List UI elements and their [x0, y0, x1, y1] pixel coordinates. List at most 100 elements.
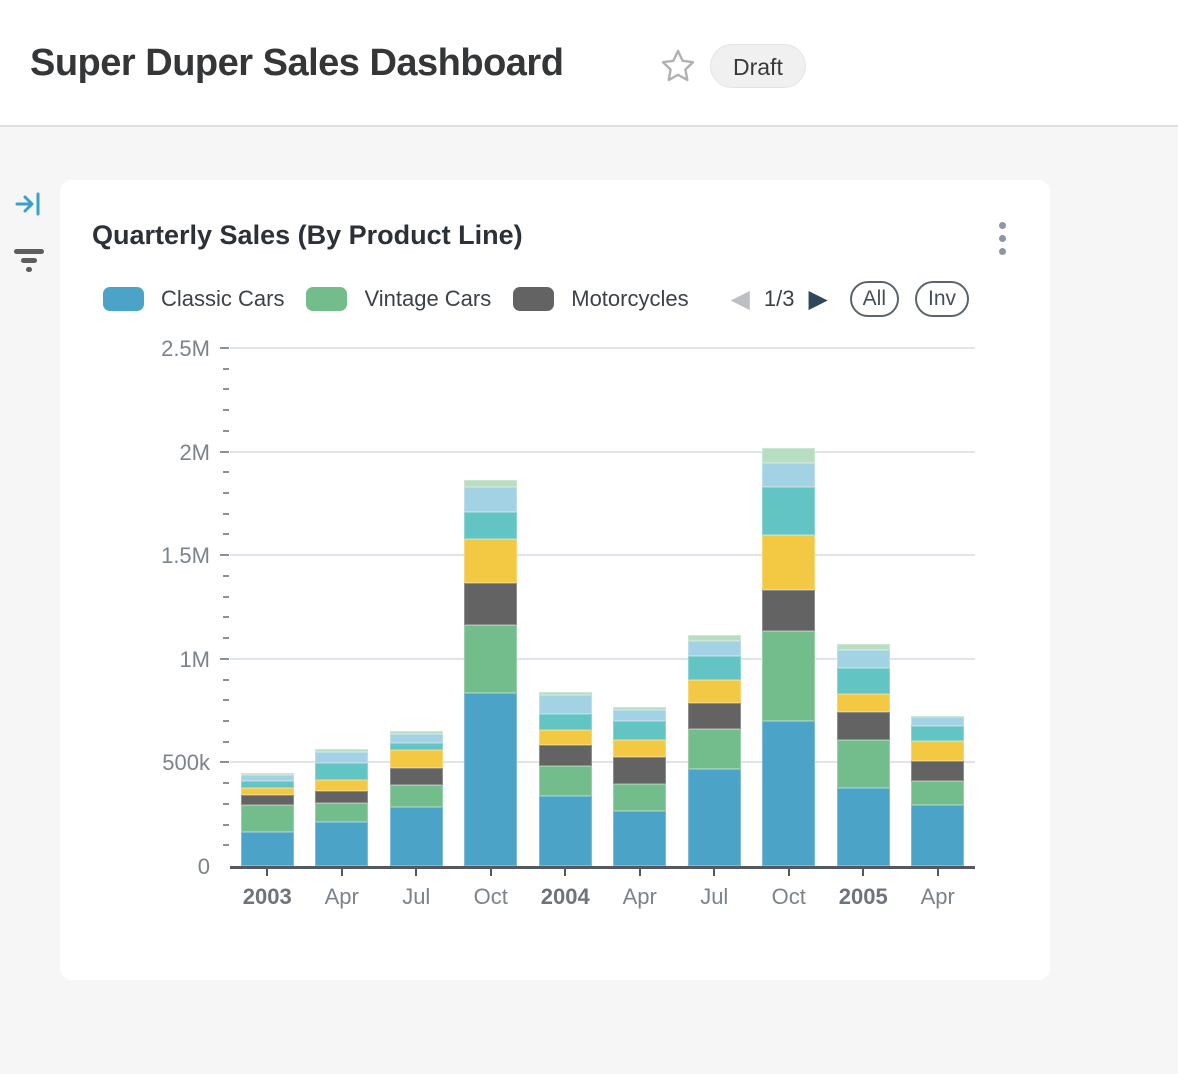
stacked-bar-oct-3[interactable] — [464, 480, 517, 866]
bar-segment[interactable] — [390, 734, 443, 743]
bar-segment[interactable] — [613, 710, 666, 721]
bar-segment[interactable] — [613, 721, 666, 740]
bar-segment[interactable] — [911, 717, 964, 725]
bar-segment[interactable] — [837, 712, 890, 740]
bar-segment[interactable] — [613, 757, 666, 784]
bar-segment[interactable] — [688, 729, 741, 769]
stacked-bar-jul-2[interactable] — [390, 731, 443, 866]
bar-segment[interactable] — [464, 487, 517, 512]
bar-segment[interactable] — [613, 784, 666, 811]
legend-next-button[interactable]: ▶ — [802, 284, 833, 314]
stacked-bar-2005-8[interactable] — [837, 644, 890, 866]
legend-item-motorcycles[interactable]: Motorcycles — [513, 286, 688, 312]
expand-panel-button[interactable] — [14, 189, 44, 219]
bar-segment[interactable] — [837, 694, 890, 712]
y-axis-label: 2.5M — [60, 336, 210, 362]
bar-segment[interactable] — [911, 761, 964, 780]
bar-segment[interactable] — [464, 512, 517, 540]
bar-segment[interactable] — [464, 583, 517, 625]
bar-segment[interactable] — [315, 791, 368, 803]
bar-segment[interactable] — [315, 803, 368, 822]
stacked-bar-jul-6[interactable] — [688, 635, 741, 866]
bar-segment[interactable] — [911, 805, 964, 866]
bar-segment[interactable] — [315, 822, 368, 866]
bar-segment[interactable] — [762, 631, 815, 722]
y-minor-tick — [223, 492, 229, 494]
bar-segment[interactable] — [390, 807, 443, 866]
bar-segment[interactable] — [762, 487, 815, 534]
bar-segment[interactable] — [837, 668, 890, 694]
legend-item-vintage-cars[interactable]: Vintage Cars — [306, 286, 491, 312]
stacked-bar-2004-4[interactable] — [539, 692, 592, 866]
legend-items: Classic Cars Vintage Cars Motorcycles — [103, 286, 711, 312]
legend-inv-button[interactable]: Inv — [915, 281, 969, 316]
bar-segment[interactable] — [390, 743, 443, 750]
favorite-star-button[interactable] — [660, 48, 696, 84]
bar-segment[interactable] — [688, 680, 741, 703]
stacked-bar-apr-5[interactable] — [613, 707, 666, 866]
bar-segment[interactable] — [911, 726, 964, 742]
filter-button[interactable] — [13, 245, 45, 275]
stacked-bar-2003-0[interactable] — [241, 773, 294, 866]
bar-segment[interactable] — [539, 730, 592, 745]
y-axis-label: 2M — [60, 440, 210, 466]
expand-panel-icon — [14, 189, 44, 219]
legend-item-classic-cars[interactable]: Classic Cars — [103, 286, 284, 312]
bar-segment[interactable] — [911, 741, 964, 761]
bar-segment[interactable] — [837, 740, 890, 788]
bar-segment[interactable] — [762, 448, 815, 463]
bar-segment[interactable] — [241, 832, 294, 866]
card-menu-button[interactable] — [990, 218, 1014, 258]
legend-swatch — [306, 287, 347, 311]
bar-segment[interactable] — [837, 788, 890, 866]
chart-region: 2.5M2M1.5M1M500k02003AprJulOct2004AprJul… — [60, 348, 1050, 948]
bar-segment[interactable] — [688, 769, 741, 866]
stacked-bar-oct-7[interactable] — [762, 448, 815, 866]
bar-segment[interactable] — [390, 785, 443, 807]
x-tick — [862, 869, 864, 876]
bar-segment[interactable] — [911, 781, 964, 805]
y-minor-tick — [223, 699, 229, 701]
bar-segment[interactable] — [390, 750, 443, 768]
x-tick — [713, 869, 715, 876]
bar-segment[interactable] — [762, 463, 815, 487]
bar-segment[interactable] — [837, 650, 890, 668]
legend-label: Vintage Cars — [364, 286, 491, 312]
bar-segment[interactable] — [241, 781, 294, 788]
bar-slot — [677, 348, 752, 866]
bar-segment[interactable] — [613, 811, 666, 866]
bar-segment[interactable] — [390, 768, 443, 786]
y-minor-tick — [223, 616, 229, 618]
bar-segment[interactable] — [688, 641, 741, 656]
bar-segment[interactable] — [613, 740, 666, 757]
chart-title: Quarterly Sales (By Product Line) — [92, 220, 523, 251]
bar-segment[interactable] — [241, 805, 294, 832]
bar-segment[interactable] — [762, 590, 815, 631]
bar-segment[interactable] — [315, 763, 368, 780]
x-axis-label: Apr — [603, 884, 678, 910]
bar-segment[interactable] — [539, 745, 592, 766]
bar-segment[interactable] — [539, 796, 592, 866]
bar-segment[interactable] — [315, 752, 368, 763]
bar-segment[interactable] — [762, 535, 815, 590]
bar-segment[interactable] — [539, 695, 592, 714]
legend-prev-button[interactable]: ◀ — [725, 284, 756, 314]
bar-segment[interactable] — [688, 656, 741, 680]
stacked-bar-apr-1[interactable] — [315, 749, 368, 866]
bar-segment[interactable] — [464, 480, 517, 487]
bar-segment[interactable] — [241, 795, 294, 805]
bar-segment[interactable] — [762, 721, 815, 866]
legend-all-button[interactable]: All — [850, 281, 899, 316]
bar-segment[interactable] — [539, 714, 592, 730]
bar-segment[interactable] — [539, 766, 592, 796]
bar-segment[interactable] — [241, 788, 294, 795]
bar-segment[interactable] — [464, 539, 517, 583]
x-axis-label: 2004 — [528, 884, 603, 910]
x-axis-label: 2005 — [826, 884, 901, 910]
stacked-bar-apr-9[interactable] — [911, 716, 964, 866]
bar-segment[interactable] — [315, 780, 368, 792]
bar-segment[interactable] — [464, 625, 517, 693]
bar-segment[interactable] — [688, 703, 741, 729]
kebab-menu-icon — [999, 248, 1006, 255]
bar-segment[interactable] — [464, 693, 517, 866]
